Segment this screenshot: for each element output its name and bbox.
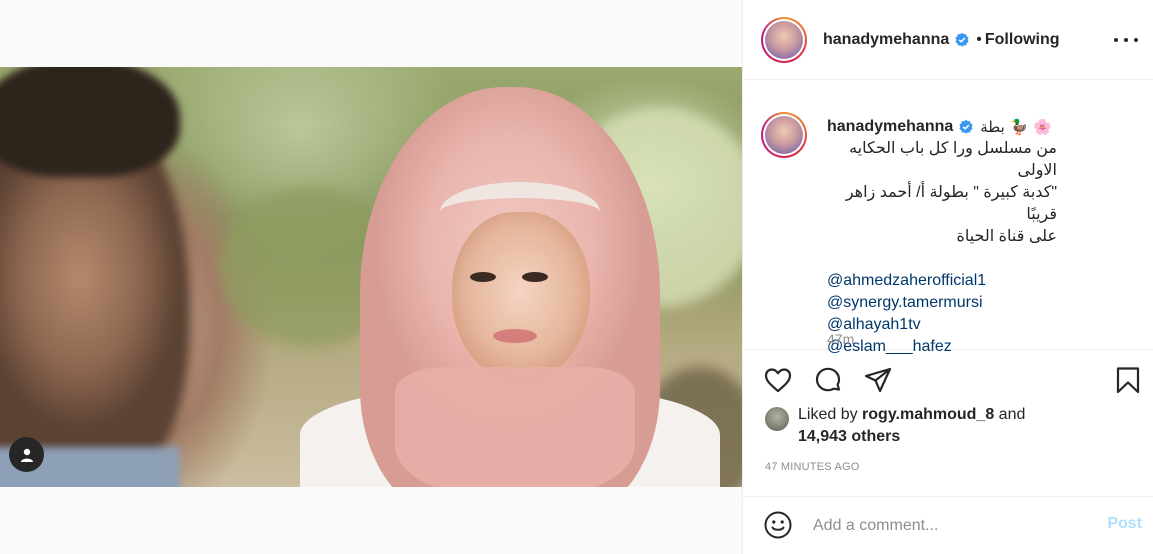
action-bar — [743, 351, 1153, 407]
caption-age[interactable]: 47m — [827, 331, 854, 347]
comment-input[interactable] — [813, 515, 1063, 537]
post-header: hanadymehanna • Following — [743, 0, 1153, 80]
caption-emoji-line: بطة 🦆 🌸 — [980, 118, 1052, 136]
avatar[interactable] — [761, 16, 807, 63]
post-comment-button[interactable]: Post — [1107, 515, 1142, 533]
right-eye — [522, 272, 548, 282]
mention-link[interactable]: @synergy.tamermursi — [827, 292, 1127, 314]
mentions-list: @ahmedzaherofficial1 @synergy.tamermursi… — [827, 270, 1127, 358]
more-dot — [1114, 38, 1118, 42]
share-icon[interactable] — [863, 365, 893, 395]
lips — [493, 329, 537, 343]
following-button[interactable]: Following — [985, 31, 1060, 49]
post-side-panel: hanadymehanna • Following hanadymehanna … — [742, 0, 1153, 554]
heart-icon[interactable] — [763, 365, 793, 395]
liker-username[interactable]: rogy.mahmoud_8 — [862, 406, 994, 423]
avatar-image — [765, 20, 803, 59]
more-dot — [1124, 38, 1128, 42]
verified-badge-icon — [955, 32, 969, 47]
comment-icon[interactable] — [813, 365, 843, 395]
likes-prefix: Liked by — [798, 406, 858, 423]
likes-summary: Liked by rogy.mahmoud_8 and 14,943 other… — [765, 404, 1145, 448]
man-hair — [0, 67, 180, 177]
header-username[interactable]: hanadymehanna — [823, 31, 949, 49]
hijab-drape — [395, 367, 635, 487]
caption: hanadymehanna بطة 🦆 🌸 من مسلسل ورا كل با… — [827, 116, 1127, 358]
caption-line: من مسلسل ورا كل باب الحكايه الاولى — [849, 140, 1057, 179]
media-column — [0, 0, 742, 554]
mention-link[interactable]: @ahmedzaherofficial1 — [827, 270, 1127, 292]
post-photo[interactable] — [0, 67, 742, 487]
more-dot — [1134, 38, 1138, 42]
caption-username[interactable]: hanadymehanna — [827, 116, 953, 138]
tagged-users-button[interactable] — [9, 437, 44, 472]
follow-separator: • — [976, 30, 982, 48]
verified-badge-icon — [959, 119, 973, 134]
likes-count[interactable]: 14,943 others — [798, 428, 900, 445]
avatar-image — [765, 116, 803, 154]
emoji-smiley-icon[interactable] — [763, 510, 793, 540]
mention-link[interactable]: @alhayah1tv — [827, 314, 1127, 336]
hijab-underband — [440, 182, 600, 242]
caption-avatar[interactable] — [761, 112, 807, 158]
posted-time[interactable]: 47 MINUTES AGO — [765, 461, 860, 473]
comment-bar: Post — [743, 496, 1153, 554]
bookmark-icon[interactable] — [1113, 365, 1143, 395]
left-eye — [470, 272, 496, 282]
caption-line: "كدبة كبيرة " بطولة أ/ أحمد زاهر قريبًا — [845, 184, 1057, 223]
caption-area: hanadymehanna بطة 🦆 🌸 من مسلسل ورا كل با… — [743, 80, 1153, 355]
liker-avatar[interactable] — [765, 407, 789, 431]
likes-conj: and — [998, 406, 1026, 423]
user-icon — [20, 448, 33, 462]
more-options-button[interactable] — [1114, 32, 1138, 48]
caption-line: على قناة الحياة — [956, 228, 1057, 245]
